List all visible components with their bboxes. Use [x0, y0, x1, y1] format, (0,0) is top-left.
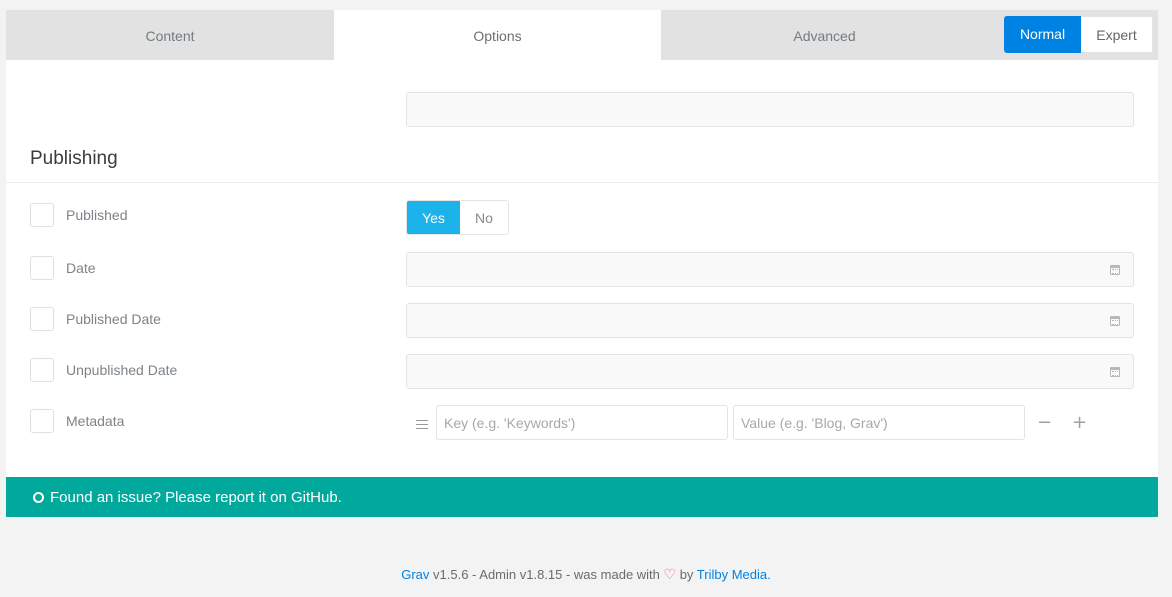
- mode-normal-button[interactable]: Normal: [1004, 16, 1081, 53]
- metadata-value-input[interactable]: [733, 405, 1025, 440]
- tab-content[interactable]: Content: [6, 10, 334, 60]
- tab-options[interactable]: Options: [334, 10, 661, 60]
- date-checkbox[interactable]: [30, 256, 54, 280]
- report-issue-link[interactable]: Found an issue? Please report it on GitH…: [50, 489, 342, 506]
- date-field[interactable]: [406, 252, 1134, 287]
- tab-bar: Content Options Advanced Normal Expert: [6, 10, 1158, 60]
- unpublished-date-checkbox[interactable]: [30, 358, 54, 382]
- metadata-add-button[interactable]: +: [1072, 412, 1087, 433]
- footer: Grav v1.5.6 - Admin v1.8.15 - was made w…: [0, 566, 1172, 583]
- published-toggle: Yes No: [406, 200, 509, 235]
- mode-expert-button[interactable]: Expert: [1081, 16, 1153, 53]
- published-checkbox[interactable]: [30, 203, 54, 227]
- calendar-icon: [1110, 265, 1120, 275]
- drag-handle-icon[interactable]: [416, 420, 428, 429]
- tab-advanced[interactable]: Advanced: [661, 10, 988, 60]
- unpublished-date-label: Unpublished Date: [66, 362, 178, 378]
- section-title: Publishing: [30, 148, 118, 169]
- heart-icon: ♡: [663, 566, 677, 582]
- grav-link[interactable]: Grav: [401, 567, 429, 582]
- metadata-label: Metadata: [66, 413, 125, 429]
- footer-version-text: v1.5.6 - Admin v1.8.15 - was made with: [429, 567, 664, 582]
- unpublished-date-field[interactable]: [406, 354, 1134, 389]
- trilby-media-link[interactable]: Trilby Media: [697, 567, 767, 582]
- calendar-icon: [1110, 367, 1120, 377]
- footer-by-text: by: [676, 567, 697, 582]
- calendar-icon: [1110, 316, 1120, 326]
- published-date-checkbox[interactable]: [30, 307, 54, 331]
- metadata-key-input[interactable]: [436, 405, 728, 440]
- published-label: Published: [66, 207, 128, 223]
- mode-switch: Normal Expert: [1004, 16, 1153, 53]
- published-no-button[interactable]: No: [460, 201, 508, 234]
- metadata-remove-button[interactable]: −: [1037, 412, 1052, 433]
- github-icon: [33, 491, 44, 503]
- top-text-field[interactable]: [406, 92, 1134, 127]
- published-yes-button[interactable]: Yes: [407, 201, 460, 234]
- date-label: Date: [66, 260, 96, 276]
- options-panel: Content Options Advanced Normal Expert P…: [6, 10, 1158, 477]
- issue-notice-bar: Found an issue? Please report it on GitH…: [6, 477, 1158, 517]
- metadata-checkbox[interactable]: [30, 409, 54, 433]
- footer-period: .: [767, 567, 771, 582]
- section-divider: [6, 182, 1158, 183]
- published-date-label: Published Date: [66, 311, 161, 327]
- published-date-field[interactable]: [406, 303, 1134, 338]
